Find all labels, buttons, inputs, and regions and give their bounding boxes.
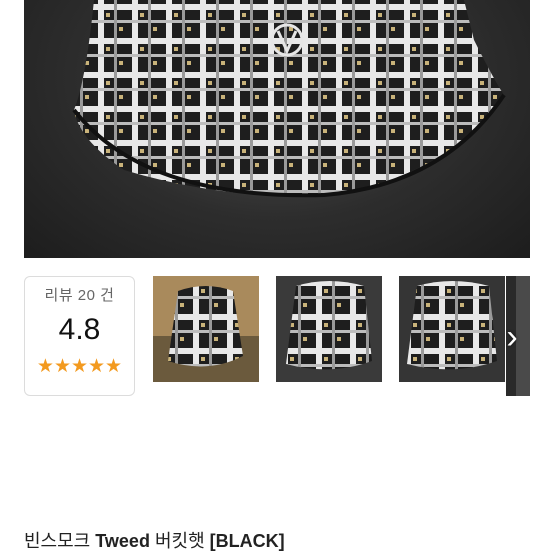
product-material: Tweed [95, 531, 150, 551]
product-type: 버킷햇 [154, 531, 205, 551]
thumbnail-2[interactable] [276, 276, 382, 382]
review-count: 리뷰 20 건 [44, 287, 115, 304]
thumbnail-1[interactable] [153, 276, 259, 382]
brand-name: 빈스모크 [24, 531, 91, 551]
product-title: 빈스모크 Tweed 버킷햇 [BLACK] [24, 527, 285, 553]
chevron-right-icon[interactable]: › [497, 317, 527, 357]
thumbnail-3[interactable] [399, 276, 505, 382]
product-color: [BLACK] [209, 531, 285, 551]
main-product-image [24, 0, 530, 258]
review-summary-card[interactable]: 리뷰 20 건 4.8 ★★★★★ [24, 276, 135, 396]
star-rating-icons: ★★★★★ [36, 356, 123, 377]
average-rating: 4.8 [58, 313, 101, 346]
